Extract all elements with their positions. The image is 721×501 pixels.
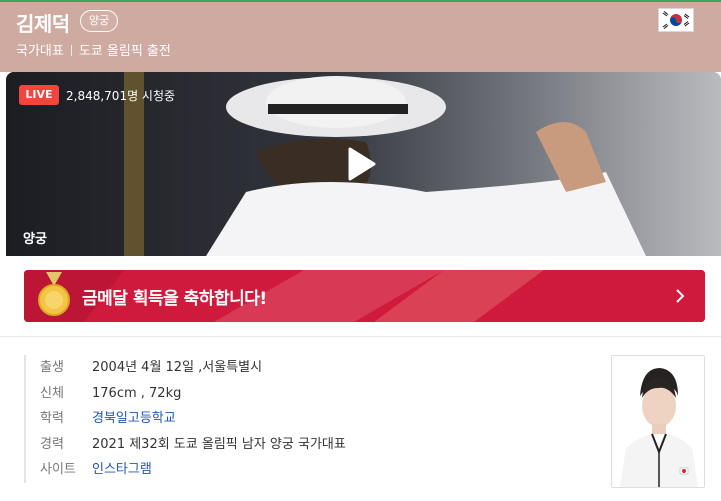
gold-medal-icon [34, 272, 74, 320]
info-label: 사이트 [40, 462, 76, 477]
info-value: 2021 제32회 도쿄 올림픽 남자 양궁 국가대표 [92, 436, 346, 452]
chevron-right-icon[interactable] [672, 284, 688, 308]
profile-info-list: 출생 2004년 4월 12일 ,서울특별시 신체 176cm , 72kg 학력 경… [24, 355, 346, 483]
info-label: 경력 [40, 436, 64, 452]
subtitle-national-team: 국가대표 [16, 44, 64, 59]
info-row-site: 사이트 인스타그램 [40, 457, 346, 483]
live-badge: LIVE [19, 85, 59, 105]
gold-medal-banner[interactable]: 금메달 획득을 축하합니다! [24, 270, 705, 322]
sport-tag[interactable]: 양궁 [80, 10, 119, 32]
athlete-subtitle: 국가대표 도쿄 올림픽 출전 [16, 40, 171, 59]
live-video-player[interactable]: LIVE 2,848,701명 시청중 양궁 [6, 72, 721, 256]
info-label: 출생 [40, 360, 64, 375]
athlete-photo[interactable] [611, 355, 705, 488]
section-divider [0, 336, 721, 337]
instagram-link[interactable]: 인스타그램 [92, 462, 152, 477]
viewer-count: 2,848,701명 시청중 [66, 89, 176, 103]
subtitle-olympics: 도쿄 올림픽 출전 [78, 44, 171, 59]
school-link[interactable]: 경북일고등학교 [92, 411, 176, 426]
info-label: 학력 [40, 411, 64, 426]
info-label: 신체 [40, 385, 64, 401]
info-value: 2004년 4월 12일 ,서울특별시 [92, 360, 263, 375]
info-row-body: 신체 176cm , 72kg [40, 381, 346, 407]
subtitle-divider [70, 45, 72, 56]
video-sport-label: 양궁 [23, 232, 47, 247]
athlete-name: 김제덕 [16, 12, 70, 36]
banner-message: 금메달 획득을 축하합니다! [82, 289, 267, 309]
info-row-career: 경력 2021 제32회 도쿄 올림픽 남자 양궁 국가대표 [40, 432, 346, 458]
profile-header: 김제덕 양궁 국가대표 도쿄 올림픽 출전 [0, 0, 721, 72]
info-value: 176cm , 72kg [92, 385, 182, 401]
south-korea-flag-icon [658, 8, 694, 32]
info-row-birth: 출생 2004년 4월 12일 ,서울특별시 [40, 355, 346, 381]
info-row-education: 학력 경북일고등학교 [40, 406, 346, 432]
play-icon[interactable] [342, 146, 378, 182]
